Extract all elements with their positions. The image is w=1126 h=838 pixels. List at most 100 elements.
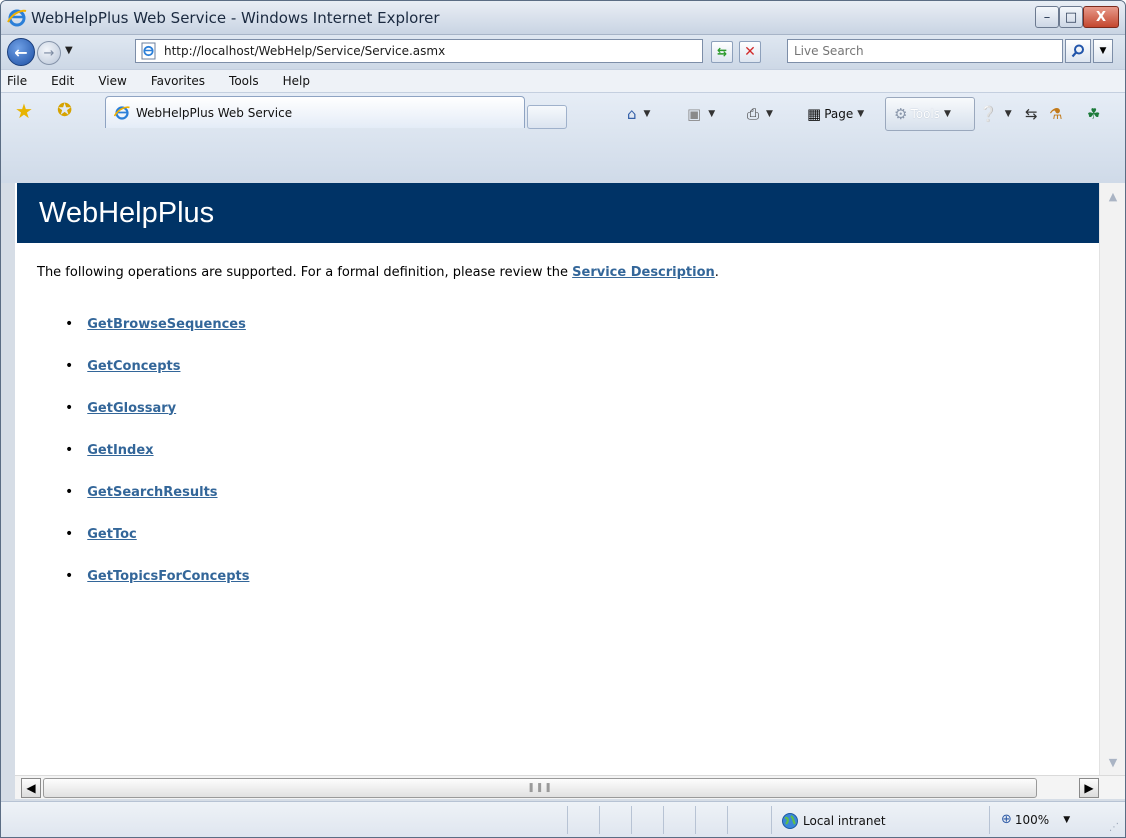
gear-icon: ⚙ bbox=[894, 105, 908, 123]
chevron-down-icon: ▼ bbox=[944, 109, 951, 119]
status-divider bbox=[599, 806, 600, 834]
close-button[interactable]: X bbox=[1083, 6, 1119, 28]
ie-logo-icon bbox=[7, 9, 27, 27]
maximize-icon: □ bbox=[1064, 9, 1078, 25]
list-item: GetBrowseSequences bbox=[65, 303, 249, 345]
search-input[interactable] bbox=[787, 39, 1063, 63]
status-divider bbox=[695, 806, 696, 834]
feeds-button[interactable]: ▣ ▼ bbox=[687, 103, 715, 125]
chevron-down-icon: ▼ bbox=[643, 109, 651, 119]
tab-webhelpplus[interactable]: WebHelpPlus Web Service bbox=[105, 96, 525, 128]
refresh-button[interactable]: ⇆ bbox=[711, 41, 733, 63]
arrow-left-icon: ← bbox=[14, 42, 28, 62]
print-button[interactable]: ⎙ ▼ bbox=[747, 103, 773, 125]
operation-link[interactable]: GetToc bbox=[87, 527, 136, 542]
messenger-icon: ⚗ bbox=[1049, 105, 1063, 123]
page-title: WebHelpPlus bbox=[39, 196, 215, 229]
scroll-down-button[interactable]: ▼ bbox=[1104, 753, 1122, 771]
list-item: GetTopicsForConcepts bbox=[65, 555, 249, 597]
chevron-down-icon: ▼ bbox=[766, 109, 773, 119]
minimize-icon: – bbox=[1043, 9, 1051, 25]
status-divider bbox=[989, 806, 990, 834]
stop-icon: ✕ bbox=[744, 44, 756, 60]
operation-link[interactable]: GetBrowseSequences bbox=[87, 317, 246, 332]
content-viewport: WebHelpPlus The following operations are… bbox=[15, 183, 1099, 775]
intro-prefix: The following operations are supported. … bbox=[37, 265, 573, 280]
tools-menu-label: Tools bbox=[910, 107, 941, 121]
research-button[interactable]: ⇆ bbox=[1025, 103, 1041, 125]
address-url: http://localhost/WebHelp/Service/Service… bbox=[164, 44, 446, 58]
rss-icon: ▣ bbox=[687, 105, 702, 123]
list-item: GetIndex bbox=[65, 429, 249, 471]
chevron-down-icon: ▼ bbox=[857, 109, 865, 119]
menu-help[interactable]: Help bbox=[281, 72, 312, 90]
page-banner: WebHelpPlus bbox=[17, 183, 1099, 243]
address-row: ← → ▼ http://localhost/WebHelp/Service/S… bbox=[1, 35, 1125, 69]
printer-icon: ⎙ bbox=[747, 105, 760, 123]
messenger-button[interactable]: ⚗ bbox=[1049, 103, 1065, 125]
list-item: GetToc bbox=[65, 513, 249, 555]
search-options-button[interactable]: ▼ bbox=[1093, 39, 1113, 63]
zoom-control[interactable]: ⊕ 100% ▼ bbox=[1001, 812, 1070, 827]
page-menu-button[interactable]: ▦ Page ▼ bbox=[807, 103, 864, 125]
scroll-thumb[interactable]: ❚❚❚ bbox=[43, 778, 1037, 798]
close-icon: X bbox=[1095, 9, 1107, 25]
list-item: GetSearchResults bbox=[65, 471, 249, 513]
add-favorite-icon[interactable]: ✪ bbox=[57, 99, 81, 123]
chevron-down-icon: ▼ bbox=[708, 109, 716, 119]
history-dropdown-button[interactable]: ▼ bbox=[65, 45, 73, 56]
vertical-scrollbar[interactable]: ▲ ▼ bbox=[1099, 183, 1125, 775]
chevron-down-icon: ▼ bbox=[1063, 814, 1071, 825]
refresh-icon: ⇆ bbox=[716, 45, 728, 59]
status-bar: Local intranet ⊕ 100% ▼ ⋰ bbox=[1, 801, 1125, 837]
operation-link[interactable]: GetTopicsForConcepts bbox=[87, 569, 249, 584]
tools-menu-button[interactable]: ⚙ Tools ▼ bbox=[885, 97, 975, 131]
list-item: GetConcepts bbox=[65, 345, 249, 387]
help-button[interactable]: ❔ ▼ bbox=[979, 103, 1012, 125]
home-button[interactable]: ⌂ ▼ bbox=[627, 103, 650, 125]
scroll-up-button[interactable]: ▲ bbox=[1104, 187, 1122, 205]
extension-button[interactable]: ☘ bbox=[1087, 103, 1103, 125]
resize-grip-icon[interactable]: ⋰ bbox=[1109, 822, 1119, 833]
browser-window: WebHelpPlus Web Service - Windows Intern… bbox=[0, 0, 1126, 838]
tab-row: ★ ✪ WebHelpPlus Web Service ⌂ ▼ ▣ ▼ ⎙ ▼ ▦ Pa… bbox=[1, 93, 1125, 183]
service-description-link[interactable]: Service Description bbox=[572, 265, 715, 280]
scroll-right-button[interactable]: ▶ bbox=[1079, 778, 1099, 798]
chevron-down-icon: ▼ bbox=[1108, 755, 1118, 769]
stop-button[interactable]: ✕ bbox=[739, 41, 761, 63]
maximize-button[interactable]: □ bbox=[1059, 6, 1083, 28]
scroll-left-button[interactable]: ◀ bbox=[21, 778, 41, 798]
zoom-icon: ⊕ bbox=[1001, 812, 1012, 827]
menu-file[interactable]: File bbox=[5, 72, 29, 90]
horizontal-scrollbar[interactable]: ◀ ❚❚❚ ▶ bbox=[15, 775, 1125, 799]
forward-button[interactable]: → bbox=[37, 41, 61, 65]
tab-label: WebHelpPlus Web Service bbox=[136, 105, 293, 120]
window-title: WebHelpPlus Web Service - Windows Intern… bbox=[31, 9, 440, 27]
page-icon: ▦ bbox=[807, 105, 822, 123]
title-bar: WebHelpPlus Web Service - Windows Intern… bbox=[1, 1, 1125, 35]
intro-suffix: . bbox=[714, 265, 719, 280]
operation-link[interactable]: GetIndex bbox=[87, 443, 153, 458]
search-button[interactable] bbox=[1065, 39, 1091, 63]
status-divider bbox=[631, 806, 632, 834]
status-divider bbox=[663, 806, 664, 834]
menu-bar: File Edit View Favorites Tools Help bbox=[1, 69, 1125, 93]
menu-edit[interactable]: Edit bbox=[49, 72, 76, 90]
new-tab-button[interactable] bbox=[527, 105, 567, 129]
page-icon bbox=[141, 42, 156, 60]
back-button[interactable]: ← bbox=[7, 38, 35, 66]
grip-icon: ❚❚❚ bbox=[527, 783, 553, 793]
status-divider bbox=[567, 806, 568, 834]
menu-tools[interactable]: Tools bbox=[227, 72, 261, 90]
operation-link[interactable]: GetSearchResults bbox=[87, 485, 217, 500]
operation-link[interactable]: GetGlossary bbox=[87, 401, 176, 416]
security-zone[interactable]: Local intranet bbox=[781, 812, 886, 830]
favorites-star-icon[interactable]: ★ bbox=[15, 99, 39, 123]
operation-link[interactable]: GetConcepts bbox=[87, 359, 180, 374]
zoom-level: 100% bbox=[1014, 812, 1050, 827]
address-bar[interactable]: http://localhost/WebHelp/Service/Service… bbox=[135, 39, 834, 63]
menu-view[interactable]: View bbox=[96, 72, 128, 90]
globe-icon bbox=[782, 813, 798, 829]
menu-favorites[interactable]: Favorites bbox=[149, 72, 207, 90]
minimize-button[interactable]: – bbox=[1035, 6, 1059, 28]
